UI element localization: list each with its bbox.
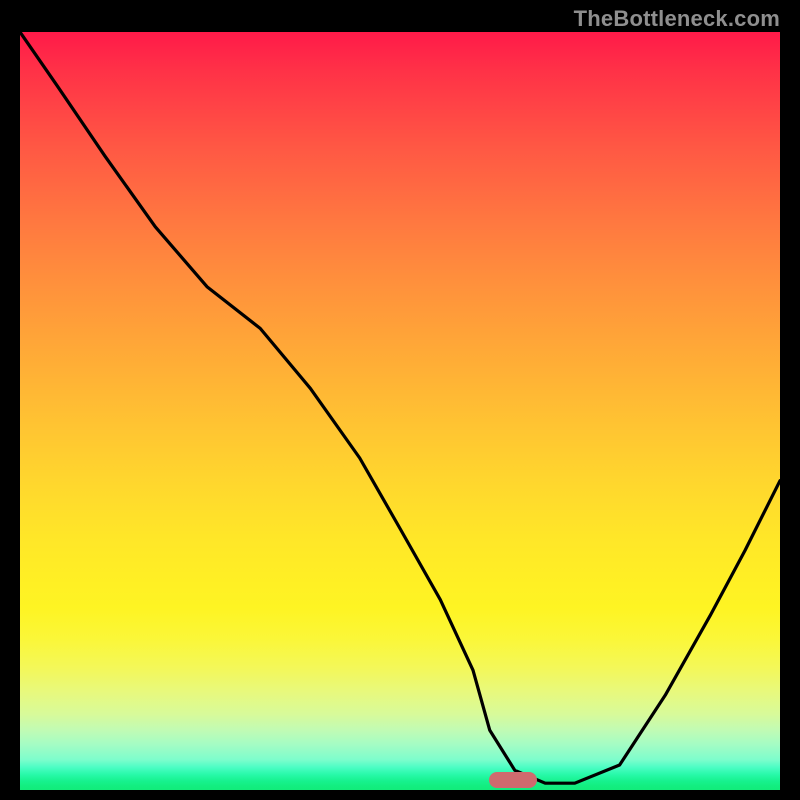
optimum-marker [489, 772, 537, 788]
bottleneck-curve-path [20, 32, 780, 783]
bottleneck-curve-svg [20, 32, 780, 790]
watermark-text: TheBottleneck.com [574, 6, 780, 32]
